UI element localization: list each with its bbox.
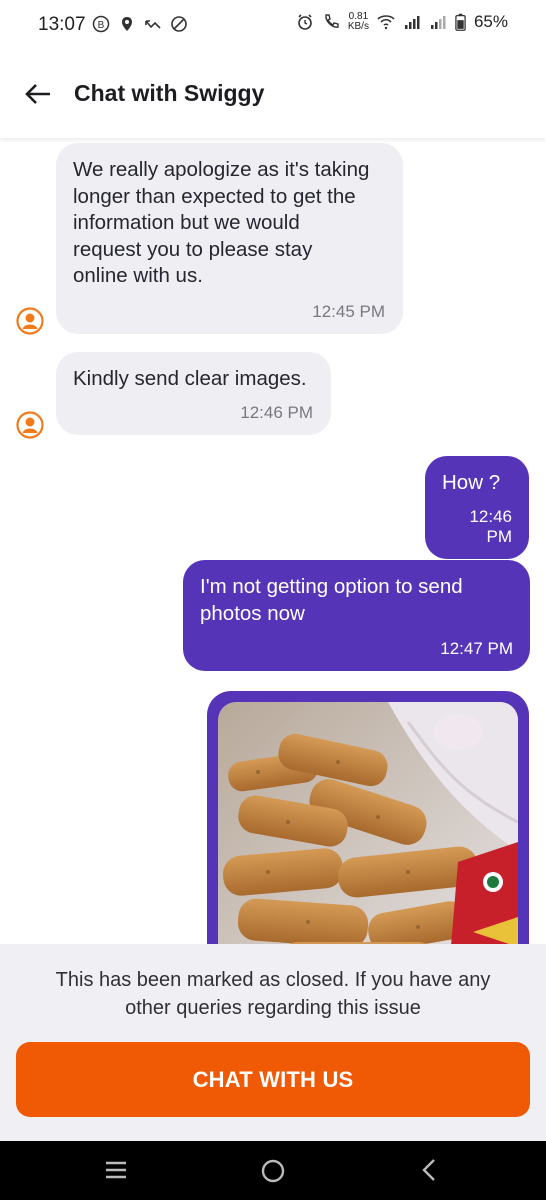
status-bar: 13:07 B 0.81 KB/s 65% [0,0,546,52]
message-text: I'm not getting option to send photos now [200,575,463,625]
signal-strength-icon [404,16,420,29]
closed-message: This has been marked as closed. If you h… [55,969,491,1019]
arrow-left-icon[interactable] [22,78,54,110]
back-nav-icon[interactable] [419,1157,441,1183]
outgoing-image-bubble[interactable] [207,691,529,944]
outgoing-message-bubble: I'm not getting option to send photos now… [183,560,530,671]
network-speed-unit: KB/s [347,21,369,32]
page-title: Chat with Swiggy [74,80,265,106]
agent-avatar-icon [16,307,44,335]
missed-call-icon [145,20,161,29]
location-pin-icon [122,17,132,31]
do-not-disturb-icon [171,16,187,32]
conversation-closed-panel: This has been marked as closed. If you h… [0,944,546,1141]
b-badge-icon: B [92,15,110,33]
message-text: We really apologize as it's taking longer… [73,158,370,287]
network-speed: 0.81 KB/s [348,12,369,32]
alarm-icon [298,14,312,30]
volte-call-icon [325,14,339,28]
chat-with-us-button[interactable]: CHAT WITH US [16,1042,530,1117]
status-right-icons: 0.81 KB/s 65% [296,12,508,32]
battery-percent: 65% [473,12,508,31]
home-icon[interactable] [259,1157,287,1185]
message-timestamp: 12:45 PM [312,301,385,321]
status-time: 13:07 [38,14,86,35]
fried-food-photo[interactable] [218,702,518,944]
wifi-icon [377,15,395,30]
message-text: Kindly send clear images. [73,367,307,390]
chat-header: Chat with Swiggy [0,52,546,138]
message-timestamp: 12:46 PM [469,506,512,546]
chat-message-list[interactable]: We really apologize as it's taking longer… [0,138,546,944]
message-timestamp: 12:47 PM [440,639,513,658]
incoming-message-bubble: We really apologize as it's taking longer… [56,143,403,334]
recent-apps-icon[interactable] [103,1157,129,1183]
outgoing-message-bubble: How ? 12:46 PM [425,456,529,559]
agent-avatar-icon [16,411,44,439]
status-left-icons: B [92,15,188,33]
message-timestamp: 12:46 PM [240,402,313,422]
system-navigation-bar [0,1141,546,1200]
svg-text:B: B [98,20,105,31]
message-text: How ? [442,471,501,494]
incoming-message-bubble: Kindly send clear images. 12:46 PM [56,352,331,435]
battery-icon [455,13,466,31]
signal-strength-2-icon [430,16,446,29]
